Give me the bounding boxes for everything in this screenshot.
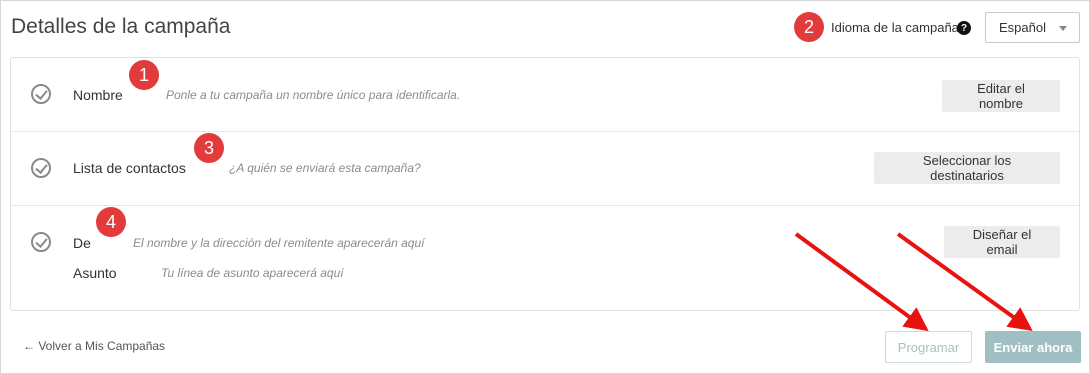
contacts-row: Lista de contactos ¿A quién se enviará e… [11,132,1079,206]
name-row: Nombre Ponle a tu campaña un nombre únic… [11,58,1079,132]
campaign-settings-card: Nombre Ponle a tu campaña un nombre únic… [10,57,1080,311]
check-circle-icon [31,232,51,252]
annotation-badge-1: 1 [129,60,159,90]
name-hint: Ponle a tu campaña un nombre único para … [166,88,461,102]
sender-row: De El nombre y la dirección del remitent… [11,206,1079,310]
annotation-badge-2: 2 [794,12,824,42]
check-circle-icon [31,158,51,178]
name-label: Nombre [73,87,123,103]
check-circle-icon [31,84,51,104]
question-circle-icon[interactable]: ? [957,21,971,35]
campaign-details-panel: Detalles de la campaña 2 Idioma de la ca… [0,0,1090,374]
campaign-language-label: Idioma de la campaña [831,20,959,35]
language-select-value: Español [999,20,1046,35]
annotation-badge-3: 3 [194,133,224,163]
sender-hint: El nombre y la dirección del remitente a… [133,236,425,250]
annotation-badge-4: 4 [96,207,126,237]
send-now-button[interactable]: Enviar ahora [985,331,1081,363]
language-select[interactable]: Español [985,12,1080,43]
design-email-button[interactable]: Diseñar el email [944,226,1060,258]
edit-name-button[interactable]: Editar el nombre [942,80,1060,112]
chevron-down-icon [1059,26,1067,31]
page-title: Detalles de la campaña [11,15,231,38]
select-recipients-button[interactable]: Seleccionar los destinatarios [874,152,1060,184]
sender-label: De [73,235,91,251]
subject-hint: Tu línea de asunto aparecerá aquí [161,266,344,280]
schedule-button[interactable]: Programar [885,331,972,363]
contacts-label: Lista de contactos [73,160,186,176]
subject-label: Asunto [73,265,117,281]
back-to-campaigns-link[interactable]: ← Volver a Mis Campañas [23,339,165,353]
contacts-hint: ¿A quién se enviará esta campaña? [229,161,421,175]
